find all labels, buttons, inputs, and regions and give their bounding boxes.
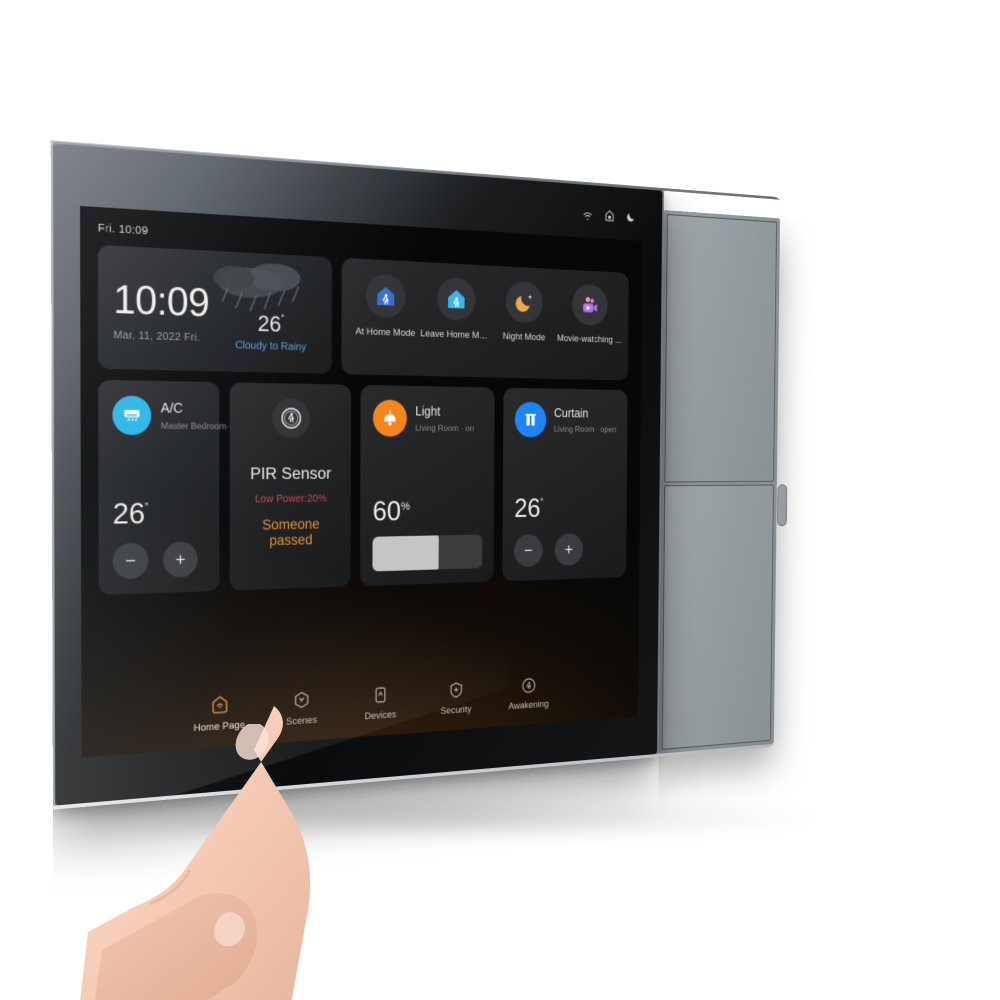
- nav-label: Security: [440, 703, 472, 718]
- stepper-controls: − +: [513, 533, 616, 568]
- scene-button-at-home[interactable]: At Home Mode: [349, 273, 421, 340]
- device-subtitle: Living Room · on: [415, 422, 475, 433]
- side-power-button[interactable]: [777, 484, 788, 527]
- home-icon: [210, 693, 229, 716]
- card-title-block: Curtain Living Room · open: [554, 407, 617, 434]
- video-camera-icon: [571, 283, 608, 327]
- scene-button-night[interactable]: Night Mode: [490, 280, 557, 344]
- curtain-icon: [514, 401, 547, 438]
- decrease-button[interactable]: −: [112, 542, 149, 580]
- scene-label: At Home Mode: [355, 325, 416, 340]
- weather-temperature: 26˚: [257, 311, 285, 337]
- scene-label: Movie-watching ...: [556, 332, 622, 346]
- device-value: 60%: [372, 495, 411, 527]
- wifi-icon: [582, 208, 593, 220]
- awakening-icon: [521, 674, 537, 695]
- sensor-info: PIR Sensor Low Power:20% Someone passed: [243, 465, 338, 549]
- scenes-icon: [293, 688, 311, 711]
- unit: %: [400, 500, 411, 513]
- moon-icon: [626, 211, 636, 223]
- scene-button-leave-home[interactable]: Leave Home Mode: [420, 276, 492, 342]
- bottom-rocker-switch[interactable]: [661, 484, 774, 750]
- card-header: Light Living Room · on: [372, 399, 483, 438]
- scene-label: Leave Home Mode: [420, 328, 492, 342]
- air-conditioner-icon: [112, 395, 152, 436]
- brightness-slider-fill: [372, 535, 440, 572]
- device-floor-shadow: [90, 795, 810, 841]
- card-header: [243, 397, 338, 439]
- nav-item-scenes[interactable]: Scenes: [274, 687, 329, 729]
- nav-item-home-page[interactable]: Home Page: [190, 692, 247, 735]
- clock-weather-card[interactable]: 10:09 Mar. 11, 2022 Fri. 26˚ Cloudy to R…: [97, 244, 332, 374]
- clock-date: Mar. 11, 2022 Fri.: [113, 329, 200, 345]
- physical-switch-panel: [658, 209, 781, 754]
- device-glass-body: Fri. 10:09 10:09 Mar. 11, 2022 Fri. 26˚ …: [50, 141, 664, 809]
- device-card-curtain[interactable]: Curtain Living Room · open 26˚ − +: [502, 387, 628, 582]
- unit: ˚: [540, 498, 544, 510]
- home-lock-icon: [605, 210, 614, 222]
- degree-symbol: ˚: [281, 314, 285, 327]
- device-name: Curtain: [553, 406, 589, 421]
- scene-modes-card: At Home Mode Leave Home Mode Night Mode …: [341, 257, 629, 381]
- scene-label: Night Mode: [502, 331, 546, 344]
- nav-label: Scenes: [285, 714, 318, 728]
- card-title-block: Light Living Room · on: [415, 405, 474, 433]
- device-card-pir-sensor[interactable]: PIR Sensor Low Power:20% Someone passed: [229, 382, 351, 591]
- device-subtitle: Living Room · open: [553, 423, 617, 434]
- nav-label: Devices: [364, 709, 397, 723]
- increase-button[interactable]: +: [554, 533, 583, 566]
- weather-block: 26˚ Cloudy to Rainy: [235, 269, 318, 354]
- weather-condition: Cloudy to Rainy: [235, 339, 307, 354]
- card-header: Curtain Living Room · open: [514, 401, 617, 438]
- stepper-controls: − +: [112, 541, 206, 580]
- smart-panel-device: Fri. 10:09 10:09 Mar. 11, 2022 Fri. 26˚ …: [48, 139, 797, 810]
- devices-icon: [372, 683, 389, 705]
- device-name: Light: [415, 404, 441, 420]
- motion-sensor-icon: [272, 397, 311, 439]
- device-card-ac[interactable]: A/C Master Bedroom·On 26˚ − +: [98, 379, 241, 596]
- top-rocker-switch[interactable]: [664, 213, 777, 483]
- scene-button-movie[interactable]: Movie-watching ...: [557, 283, 622, 346]
- shield-icon: [448, 679, 464, 701]
- device-card-light[interactable]: Light Living Room · on 60%: [359, 384, 495, 587]
- status-bar: [582, 208, 636, 223]
- brightness-slider[interactable]: [372, 534, 483, 572]
- scene-root: Fri. 10:09 10:09 Mar. 11, 2022 Fri. 26˚ …: [0, 0, 1000, 1000]
- top-widget-row: 10:09 Mar. 11, 2022 Fri. 26˚ Cloudy to R…: [97, 244, 629, 381]
- nav-item-devices[interactable]: Devices: [354, 682, 407, 723]
- device-cards-row: A/C Master Bedroom·On 26˚ − + PIR Sensor…: [98, 379, 628, 596]
- increase-button[interactable]: +: [163, 541, 198, 578]
- nav-item-security[interactable]: Security: [431, 678, 482, 718]
- device-value: 26˚: [112, 497, 149, 531]
- card-header: A/C Master Bedroom·On: [112, 395, 241, 436]
- touchscreen-display[interactable]: Fri. 10:09 10:09 Mar. 11, 2022 Fri. 26˚ …: [80, 205, 643, 758]
- pendant-lamp-icon: [372, 399, 407, 437]
- device-value: 26˚: [514, 493, 544, 523]
- clock-time: 10:09: [113, 276, 210, 326]
- decrease-button[interactable]: −: [513, 534, 543, 568]
- house-exit-icon: [437, 277, 476, 322]
- motion-status: Someone passed: [262, 515, 320, 548]
- battery-status: Low Power:20%: [254, 492, 327, 505]
- nav-item-awakening[interactable]: Awakening: [504, 673, 553, 712]
- unit: ˚: [144, 502, 149, 516]
- house-person-icon: [365, 273, 406, 319]
- sensor-name: PIR Sensor: [250, 464, 332, 483]
- crescent-moon-icon: [505, 280, 543, 324]
- clock-block: 10:09 Mar. 11, 2022 Fri.: [113, 263, 210, 345]
